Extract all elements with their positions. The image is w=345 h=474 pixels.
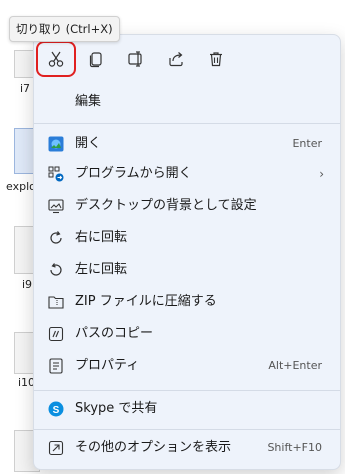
menu-item-label: ZIP ファイルに圧縮する <box>75 294 217 309</box>
cut-button[interactable] <box>36 41 76 77</box>
menu-item-label: プロパティ <box>75 358 140 373</box>
share-icon <box>169 52 183 67</box>
context-menu: 編集 開く Enter プログラムから開く › デスクトップの背景として設定 右… <box>33 34 341 470</box>
menu-item-edit[interactable]: 編集 <box>34 87 340 117</box>
rename-button[interactable] <box>120 45 152 73</box>
copy-path-icon <box>48 326 64 342</box>
share-button[interactable] <box>160 45 192 73</box>
menu-item-label: 開く <box>75 136 102 151</box>
menu-item-label: パスのコピー <box>75 326 154 341</box>
desktop-file-label: i7 <box>20 82 31 95</box>
menu-item-show-more-options[interactable]: その他のオプションを表示 Shift+F10 <box>34 433 340 463</box>
shortcut-text: Shift+F10 <box>267 441 322 454</box>
rotate-right-icon <box>50 231 62 244</box>
menu-item-rotate-right[interactable]: 右に回転 <box>34 223 340 253</box>
properties-icon <box>49 358 63 374</box>
menu-item-rotate-left[interactable]: 左に回転 <box>34 255 340 285</box>
menu-item-copy-path[interactable]: パスのコピー <box>34 319 340 349</box>
copy-icon <box>89 52 102 68</box>
menu-item-open-with[interactable]: プログラムから開く › <box>34 159 340 189</box>
menu-item-label: 左に回転 <box>75 262 128 277</box>
desktop-file-label: i9 <box>22 278 33 291</box>
scissors-icon <box>48 51 64 67</box>
menu-separator <box>34 390 340 391</box>
cut-tooltip: 切り取り (Ctrl+X) <box>9 16 120 42</box>
menu-item-label: 右に回転 <box>75 230 128 245</box>
menu-item-label: 編集 <box>75 94 102 109</box>
shortcut-text: Alt+Enter <box>268 359 322 372</box>
chevron-right-icon: › <box>319 167 324 181</box>
menu-item-label: Skype で共有 <box>75 401 158 416</box>
menu-item-label: その他のオプションを表示 <box>75 440 232 455</box>
delete-button[interactable] <box>200 45 232 73</box>
menu-item-properties[interactable]: プロパティ Alt+Enter <box>34 351 340 381</box>
menu-separator <box>34 123 340 124</box>
skype-icon: S <box>48 401 64 417</box>
rotate-left-icon <box>50 263 62 276</box>
menu-item-share-skype[interactable]: S Skype で共有 <box>34 394 340 424</box>
desktop-background-icon <box>48 199 64 214</box>
more-options-icon <box>48 440 64 456</box>
context-menu-toolbar <box>34 35 340 83</box>
menu-item-label: プログラムから開く <box>75 166 192 181</box>
trash-icon <box>210 52 222 67</box>
menu-item-set-desktop-background[interactable]: デスクトップの背景として設定 <box>34 191 340 221</box>
svg-text:S: S <box>53 405 60 416</box>
menu-item-label: デスクトップの背景として設定 <box>75 198 257 213</box>
desktop-file-label: explo <box>6 180 36 193</box>
photos-app-icon <box>48 136 64 152</box>
open-with-icon <box>48 166 64 182</box>
copy-button[interactable] <box>80 45 112 73</box>
menu-item-open[interactable]: 開く Enter <box>34 129 340 159</box>
shortcut-text: Enter <box>292 137 322 150</box>
rename-icon <box>128 51 142 67</box>
menu-item-compress-zip[interactable]: ZIP ファイルに圧縮する <box>34 287 340 317</box>
menu-separator <box>34 429 340 430</box>
zip-folder-icon <box>48 296 64 309</box>
